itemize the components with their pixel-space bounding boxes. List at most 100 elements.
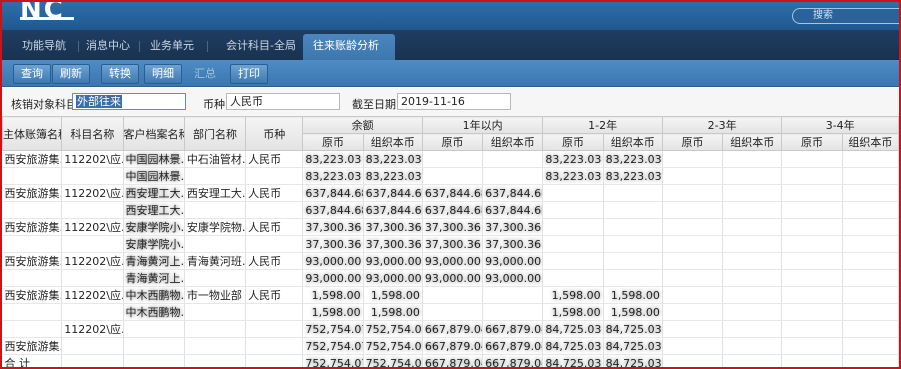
- table-cell: [662, 303, 724, 321]
- table-cell: [662, 150, 724, 168]
- date-label: 截至日期: [352, 98, 396, 111]
- table-cell: [842, 252, 899, 270]
- table-cell: [184, 337, 247, 355]
- tab-message-center[interactable]: 消息中心: [76, 34, 140, 60]
- subheader-original[interactable]: 原币: [781, 133, 843, 151]
- table-cell: 安康学院小…: [123, 235, 185, 253]
- table-cell: [842, 354, 899, 367]
- refresh-button[interactable]: 刷新: [52, 64, 90, 84]
- table-cell: 安康学院小…: [123, 218, 185, 236]
- table-row[interactable]: 西安旅游集…752,754.07752,754.07667,879.04667,…: [2, 337, 899, 355]
- table-cell: [2, 320, 63, 338]
- logo-underline: [20, 17, 74, 20]
- subject-field[interactable]: 外部往来: [72, 93, 186, 110]
- table-cell: [842, 167, 899, 185]
- header-customer[interactable]: 客户档案名称: [122, 116, 185, 151]
- subheader-original[interactable]: 原币: [542, 133, 604, 151]
- table-cell: [662, 252, 724, 270]
- table-cell: 637,844.68: [363, 201, 423, 219]
- table-cell: 112202\应…: [61, 286, 124, 304]
- table-cell: 人民币: [245, 252, 304, 270]
- subheader-org-currency[interactable]: 组织本币: [841, 133, 899, 151]
- subheader-original[interactable]: 原币: [302, 133, 364, 151]
- print-button[interactable]: 打印: [230, 64, 268, 84]
- table-cell: 752,754.07: [302, 337, 364, 355]
- table-cell: 1,598.00: [302, 303, 364, 321]
- table-cell: [722, 337, 783, 355]
- table-cell: [184, 354, 247, 367]
- table-row[interactable]: 合 计 752,754.07 752,754.07 667,879.04 667,879…: [2, 354, 899, 367]
- table-cell: 83,223.03: [542, 150, 604, 168]
- nav-bar: 功能导航 消息中心 业务单元 会计科目-全局 往来账龄分析: [2, 30, 899, 60]
- table-row[interactable]: 112202\应…752,754.07752,754.07667,879.046…: [2, 320, 899, 338]
- table-cell: [542, 235, 604, 253]
- table-cell: [722, 286, 783, 304]
- table-cell: [123, 320, 185, 338]
- subject-label: 核销对象科目: [11, 98, 77, 111]
- search-input[interactable]: 搜索: [792, 8, 899, 24]
- table-row[interactable]: 西安旅游集…112202\应…中木西鹏物…市一物业部人民币1,598.001,5…: [2, 286, 899, 304]
- table-cell: [245, 337, 304, 355]
- header-department[interactable]: 部门名称: [183, 116, 247, 151]
- table-row[interactable]: 西安旅游集…112202\应…西安理工大…西安理工大…人民币637,844.68…: [2, 184, 899, 202]
- table-cell: 93,000.00: [363, 252, 423, 270]
- table-cell: [603, 184, 663, 202]
- table-cell: 83,223.03: [302, 167, 364, 185]
- table-row[interactable]: 西安旅游集…112202\应…安康学院小…安康学院物…人民币37,300.363…: [2, 218, 899, 236]
- table-cell: 667,879.04: [422, 354, 484, 367]
- subheader-org-currency[interactable]: 组织本币: [362, 133, 423, 151]
- table-cell: [662, 184, 724, 202]
- header-within-1-year: 1年以内: [421, 116, 544, 134]
- date-field[interactable]: 2019-11-16: [397, 93, 511, 110]
- table-cell: 西安旅游集…: [2, 252, 63, 270]
- table-cell: [722, 354, 783, 367]
- table-cell: [61, 167, 124, 185]
- header-ledger[interactable]: 主体账簿名称: [2, 116, 63, 151]
- table-cell: [245, 269, 304, 287]
- detail-button[interactable]: 明细: [144, 64, 182, 84]
- subheader-original[interactable]: 原币: [661, 133, 724, 151]
- tab-function-nav[interactable]: 功能导航: [12, 34, 76, 60]
- table-row[interactable]: 安康学院小…37,300.3637,300.3637,300.3637,300.…: [2, 235, 899, 253]
- tab-business-unit[interactable]: 业务单元: [140, 34, 204, 60]
- table-cell: 83,223.03: [542, 167, 604, 185]
- convert-button[interactable]: 转换: [101, 64, 139, 84]
- subheader-org-currency[interactable]: 组织本币: [722, 133, 783, 151]
- table-cell: 中国园林景…: [123, 150, 185, 168]
- tab-accounting-subject[interactable]: 会计科目-全局: [216, 34, 306, 60]
- table-cell: [123, 337, 185, 355]
- table-cell: 青海黄河班…: [184, 252, 247, 270]
- header-subject[interactable]: 科目名称: [61, 116, 124, 151]
- currency-field[interactable]: 人民币: [226, 93, 340, 110]
- subheader-org-currency[interactable]: 组织本币: [482, 133, 544, 151]
- table-row[interactable]: 中木西鹏物…1,598.001,598.001,598.001,598.00: [2, 303, 899, 321]
- table-cell: 西安旅游集…: [2, 150, 63, 168]
- table-cell: [842, 184, 899, 202]
- query-button[interactable]: 查询: [13, 64, 51, 84]
- table-cell: 中国园林景…: [123, 167, 185, 185]
- table-cell: 93,000.00: [482, 252, 544, 270]
- table-row[interactable]: 中国园林景…83,223.0383,223.0383,223.0383,223.…: [2, 167, 899, 185]
- header-currency[interactable]: 币种: [245, 116, 304, 151]
- table-cell: [2, 167, 63, 185]
- table-row[interactable]: 西安旅游集…112202\应…青海黄河上…青海黄河班…人民币93,000.009…: [2, 252, 899, 270]
- tab-aging-analysis[interactable]: 往来账龄分析: [303, 34, 395, 60]
- table-cell: [61, 201, 124, 219]
- table-cell: 637,844.68: [363, 184, 423, 202]
- table-cell: 637,844.68: [422, 201, 484, 219]
- nav-divider: [207, 41, 208, 52]
- table-row[interactable]: 青海黄河上…93,000.0093,000.0093,000.0093,000.…: [2, 269, 899, 287]
- table-cell: [422, 167, 484, 185]
- table-cell: [842, 218, 899, 236]
- table-cell: 93,000.00: [482, 269, 544, 287]
- table-cell: [482, 150, 544, 168]
- subheader-org-currency[interactable]: 组织本币: [602, 133, 663, 151]
- table-cell: 人民币: [245, 184, 304, 202]
- subheader-original[interactable]: 原币: [421, 133, 484, 151]
- table-row[interactable]: 西安理工大…637,844.68637,844.68637,844.68637,…: [2, 201, 899, 219]
- table-cell: [781, 269, 843, 287]
- table-cell: 市一物业部: [184, 286, 247, 304]
- summary-button[interactable]: 汇总: [186, 64, 224, 84]
- table-row[interactable]: 西安旅游集…112202\应…中国园林景…中石油管材…人民币83,223.038…: [2, 150, 899, 168]
- table-cell: [781, 150, 843, 168]
